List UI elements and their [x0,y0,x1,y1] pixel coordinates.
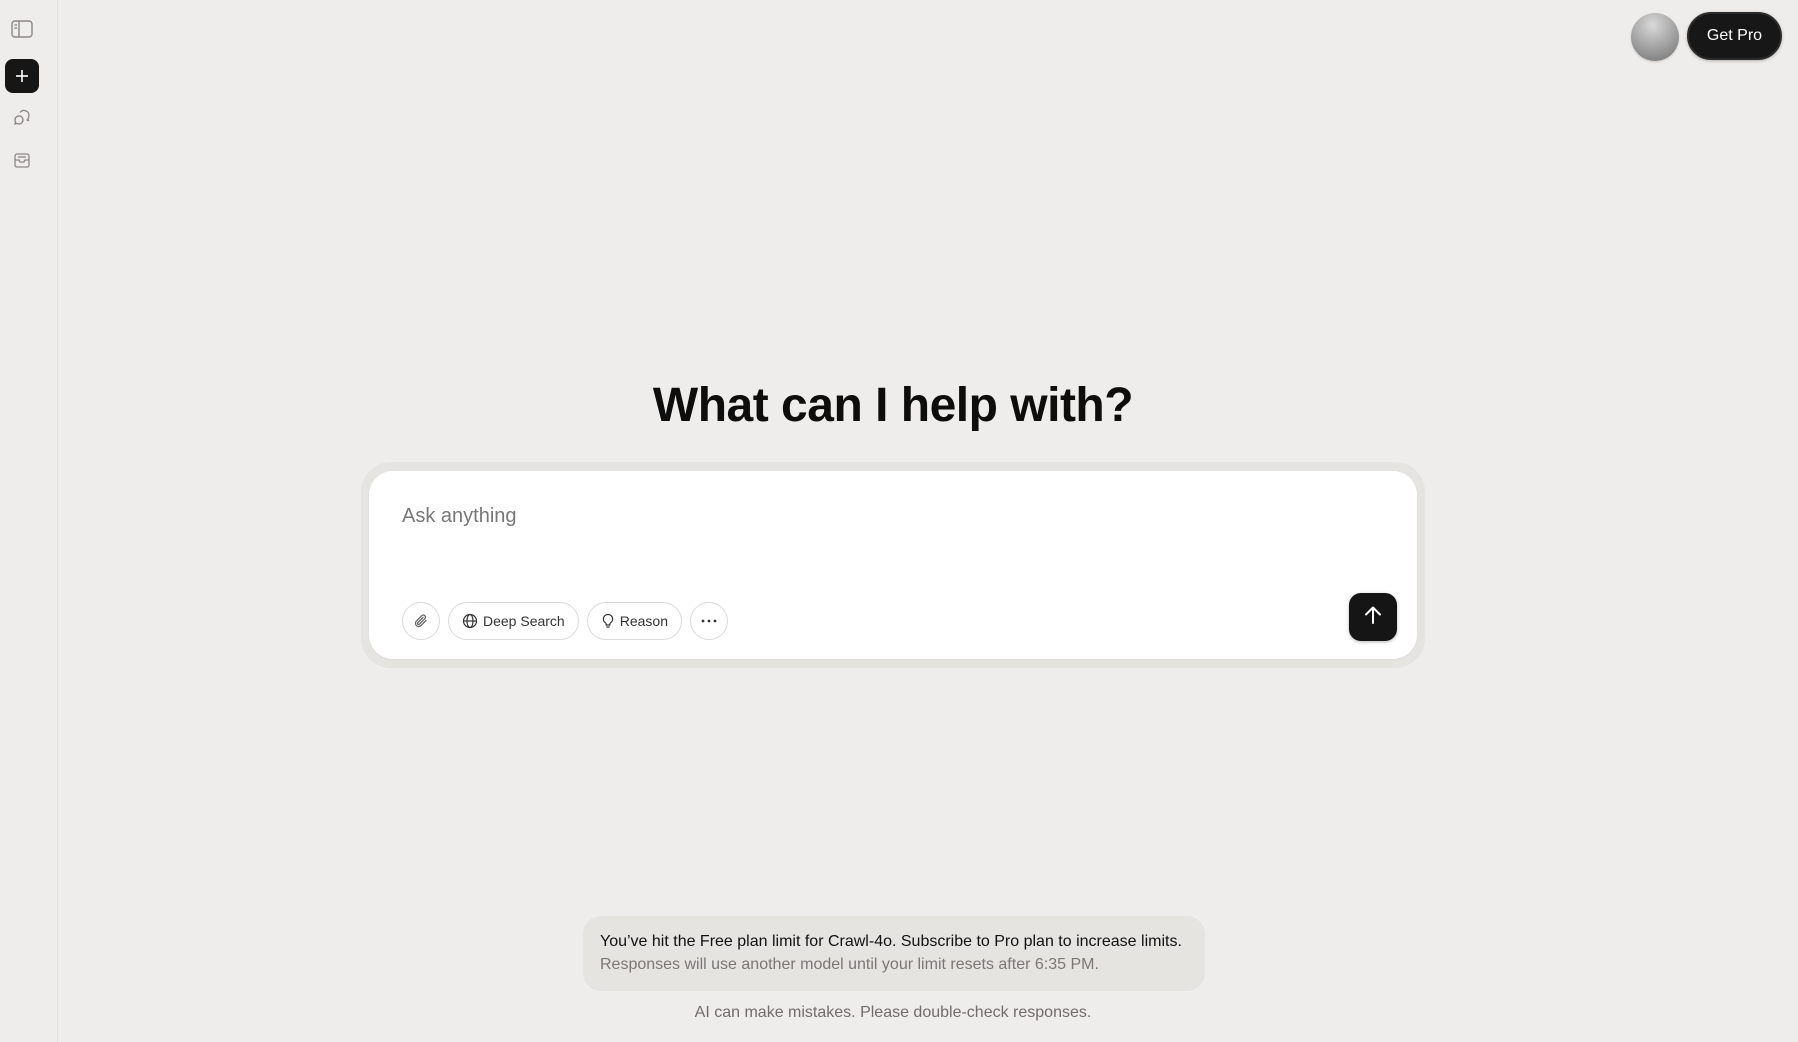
page-title: What can I help with? [652,379,1134,432]
send-button[interactable] [1349,593,1397,641]
composer-toolbar: Deep Search Reason [402,602,728,640]
sidebar-toggle-icon [11,20,33,38]
chat-bubbles-icon [13,109,31,127]
prompt-input[interactable] [402,501,1302,531]
ellipsis-icon [701,619,717,623]
attach-button[interactable] [402,602,440,640]
library-button[interactable] [5,143,39,177]
app-window: Get Pro What can I help with? Ask anythi… [0,0,1798,1042]
get-pro-button[interactable]: Get Pro [1687,12,1782,60]
lightbulb-icon [601,613,615,629]
plan-limit-subtitle: Responses will use another model until y… [600,956,1099,973]
more-options-button[interactable] [689,602,728,640]
disclaimer: AI can make mistakes. Please double-chec… [694,1004,1092,1021]
globe-icon [462,613,478,629]
sidebar-toggle-button[interactable] [5,12,39,46]
new-chat-button[interactable] [5,59,39,93]
avatar[interactable] [1631,13,1679,61]
sidebar [0,0,58,1042]
paperclip-icon [413,613,429,629]
deep-search-label: Deep Search [483,613,565,629]
chats-button[interactable] [5,101,39,135]
arrow-up-icon [1364,605,1382,630]
reason-button[interactable]: Reason [586,602,682,640]
deep-search-button[interactable]: Deep Search [448,602,579,640]
plan-limit-notice: You’ve hit the Free plan limit for Crawl… [583,916,1205,991]
plus-icon [15,69,29,83]
archive-box-icon [13,151,31,169]
composer: Deep Search Reason [369,471,1417,659]
reason-label: Reason [619,613,668,629]
plan-limit-title: You’ve hit the Free plan limit for Crawl… [600,933,1182,950]
